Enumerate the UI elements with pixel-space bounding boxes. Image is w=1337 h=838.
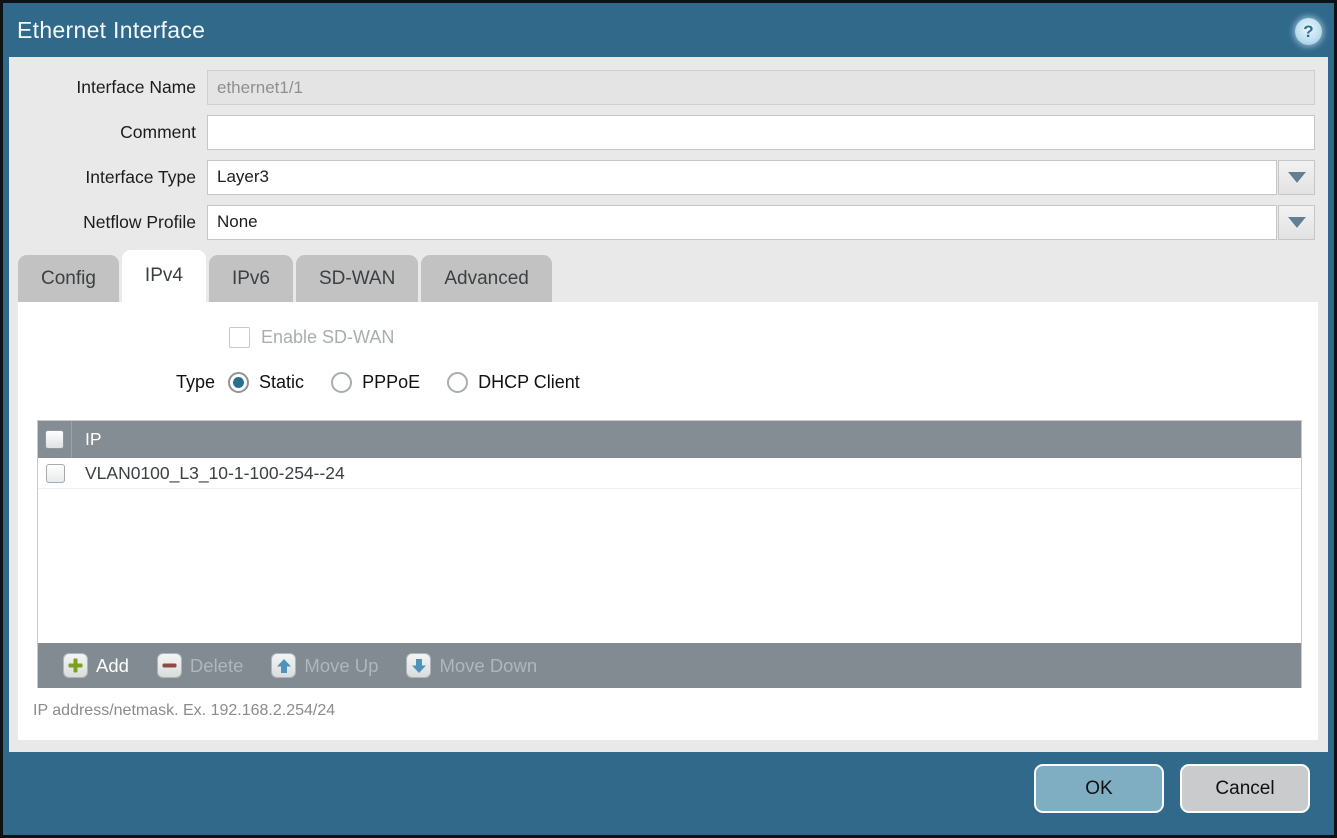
- add-button-label: Add: [96, 655, 129, 677]
- ip-table-toolbar: Add Delete: [38, 643, 1301, 688]
- arrow-down-icon: [406, 653, 431, 678]
- delete-button-label: Delete: [190, 655, 243, 677]
- cancel-button[interactable]: Cancel: [1180, 764, 1310, 813]
- row-checkbox-cell: [38, 464, 72, 483]
- netflow-profile-dropdown-button[interactable]: [1278, 205, 1315, 240]
- dialog-title: Ethernet Interface: [17, 17, 205, 44]
- radio-button-dhcp-client[interactable]: [447, 372, 468, 393]
- tab-sdwan[interactable]: SD-WAN: [296, 255, 418, 302]
- tab-strip: Config IPv4 IPv6 SD-WAN Advanced: [9, 250, 1328, 302]
- interface-type-row: Interface Type Layer3: [9, 160, 1328, 195]
- radio-option-static[interactable]: Static: [228, 372, 304, 393]
- comment-row: Comment: [9, 115, 1328, 150]
- ipv4-tab-panel: Enable SD-WAN Type Static PPPoE DHCP Cli…: [18, 302, 1318, 740]
- delete-button[interactable]: Delete: [157, 653, 243, 678]
- interface-type-dropdown-button[interactable]: [1278, 160, 1315, 195]
- tab-advanced[interactable]: Advanced: [421, 255, 552, 302]
- move-up-button-label: Move Up: [304, 655, 378, 677]
- ip-cell-value[interactable]: VLAN0100_L3_10-1-100-254--24: [72, 463, 345, 484]
- select-all-checkbox[interactable]: [45, 430, 64, 449]
- help-icon-glyph: ?: [1303, 22, 1313, 42]
- tab-config[interactable]: Config: [18, 255, 119, 302]
- type-radio-group: Type Static PPPoE DHCP Client: [18, 372, 1318, 393]
- ip-column-header: IP: [72, 429, 102, 450]
- dialog-footer: OK Cancel: [3, 752, 1334, 835]
- netflow-profile-select[interactable]: None: [207, 205, 1277, 240]
- select-all-cell: [38, 421, 72, 458]
- radio-option-pppoe[interactable]: PPPoE: [331, 372, 420, 393]
- chevron-down-icon: [1288, 217, 1306, 228]
- ip-address-table: IP VLAN0100_L3_10-1-100-254--24: [37, 420, 1302, 688]
- arrow-up-icon: [271, 653, 296, 678]
- radio-button-pppoe[interactable]: [331, 372, 352, 393]
- move-down-button-label: Move Down: [439, 655, 537, 677]
- interface-type-label: Interface Type: [9, 167, 207, 188]
- interface-name-label: Interface Name: [9, 77, 207, 98]
- ip-table-body: VLAN0100_L3_10-1-100-254--24: [38, 458, 1301, 643]
- comment-label: Comment: [9, 122, 207, 143]
- netflow-profile-row: Netflow Profile None: [9, 205, 1328, 240]
- type-label: Type: [176, 372, 215, 393]
- interface-name-field: [207, 70, 1315, 105]
- radio-label-dhcp-client: DHCP Client: [478, 372, 580, 393]
- table-row[interactable]: VLAN0100_L3_10-1-100-254--24: [38, 458, 1301, 489]
- form-area: Interface Name Comment Interface Type La…: [9, 57, 1328, 240]
- title-bar: Ethernet Interface ?: [3, 3, 1334, 57]
- comment-field[interactable]: [207, 115, 1315, 150]
- enable-sdwan-checkbox: [229, 327, 250, 348]
- radio-button-static[interactable]: [228, 372, 249, 393]
- ethernet-interface-dialog: Ethernet Interface ? Interface Name Comm…: [3, 3, 1334, 835]
- radio-label-static: Static: [259, 372, 304, 393]
- radio-label-pppoe: PPPoE: [362, 372, 420, 393]
- netflow-profile-label: Netflow Profile: [9, 212, 207, 233]
- help-icon[interactable]: ?: [1295, 18, 1322, 45]
- interface-name-row: Interface Name: [9, 70, 1328, 105]
- minus-icon: [157, 653, 182, 678]
- ip-format-hint: IP address/netmask. Ex. 192.168.2.254/24: [33, 702, 1318, 720]
- radio-option-dhcp-client[interactable]: DHCP Client: [447, 372, 580, 393]
- tab-ipv4[interactable]: IPv4: [122, 250, 206, 302]
- plus-icon: [63, 653, 88, 678]
- move-down-button[interactable]: Move Down: [406, 653, 537, 678]
- enable-sdwan-row: Enable SD-WAN: [18, 302, 1318, 348]
- dialog-content: Interface Name Comment Interface Type La…: [9, 57, 1328, 752]
- chevron-down-icon: [1288, 172, 1306, 183]
- enable-sdwan-label: Enable SD-WAN: [261, 327, 394, 348]
- move-up-button[interactable]: Move Up: [271, 653, 378, 678]
- row-checkbox[interactable]: [46, 464, 65, 483]
- interface-type-select[interactable]: Layer3: [207, 160, 1277, 195]
- ip-table-header: IP: [38, 421, 1301, 458]
- tab-ipv6[interactable]: IPv6: [209, 255, 293, 302]
- ok-button[interactable]: OK: [1034, 764, 1164, 813]
- add-button[interactable]: Add: [63, 653, 129, 678]
